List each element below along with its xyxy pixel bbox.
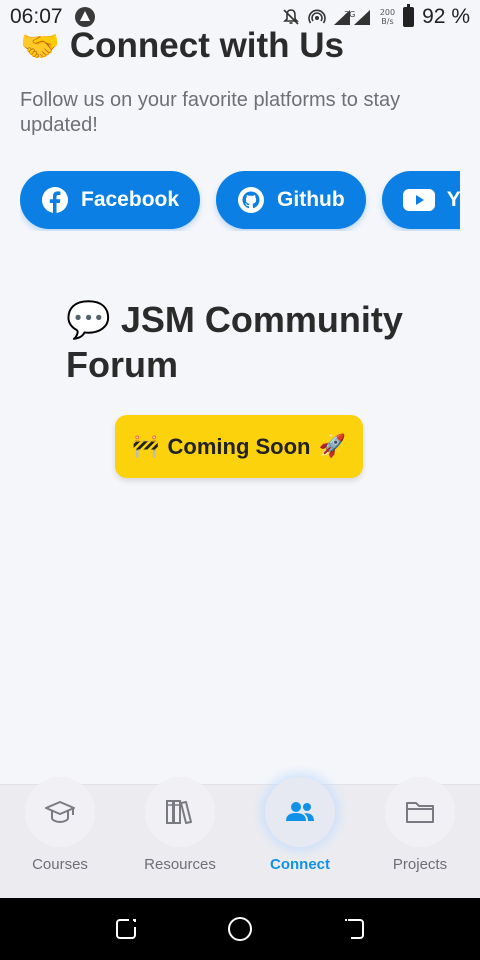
app-notification-icon (74, 7, 95, 27)
svg-text:3G: 3G (344, 10, 355, 19)
page-title-text: Connect with Us (69, 26, 345, 65)
system-nav-bar (0, 898, 480, 960)
tab-courses-button[interactable] (25, 777, 95, 847)
speech-bubble-icon: 💬 (66, 300, 111, 341)
coming-soon-label: Coming Soon (167, 433, 311, 459)
bottom-tab-bar: Courses Resources Connect Projects (0, 777, 480, 898)
forum-title: 💬 JSM Community Forum (66, 298, 426, 387)
rocket-icon: 🚀 (318, 434, 346, 459)
battery-icon (403, 4, 415, 27)
tab-projects-label: Projects (392, 856, 448, 873)
hotspot-icon (308, 9, 326, 24)
tab-connect[interactable]: Connect (240, 777, 360, 898)
network-rate-unit: B/s (381, 17, 394, 26)
users-icon (286, 802, 314, 821)
network-rate: 200 B/s (380, 8, 395, 26)
tab-resources-label: Resources (144, 856, 216, 873)
facebook-button[interactable]: Facebook (20, 171, 201, 229)
github-button[interactable]: Github (216, 171, 366, 229)
books-icon (166, 800, 192, 824)
facebook-label: Facebook (81, 188, 180, 211)
tab-resources-button[interactable] (145, 777, 215, 847)
tab-connect-button[interactable] (265, 777, 335, 847)
graduation-cap-icon (45, 801, 75, 824)
facebook-icon (42, 187, 68, 213)
tab-resources[interactable]: Resources (120, 777, 240, 898)
handshake-icon: 🤝 (20, 27, 60, 65)
back-icon[interactable] (342, 917, 366, 941)
social-links-scroller[interactable]: Facebook Github YouTube (20, 171, 460, 231)
youtube-button[interactable]: YouTube (381, 171, 460, 229)
coming-soon-badge: 🚧 Coming Soon 🚀 (115, 415, 363, 478)
page-title: 🤝 Connect with Us (20, 26, 344, 66)
tab-projects-button[interactable] (385, 777, 455, 847)
youtube-label: YouTube (446, 188, 460, 211)
youtube-icon (402, 189, 435, 211)
github-icon (238, 187, 265, 213)
folder-icon (406, 802, 434, 823)
mute-icon (282, 9, 299, 25)
page-subtitle: Follow us on your favorite platforms to … (20, 89, 401, 136)
network-rate-value: 200 (379, 8, 396, 17)
battery-percent: 92 % (422, 5, 470, 28)
recents-icon[interactable] (114, 917, 138, 941)
tab-projects[interactable]: Projects (360, 777, 480, 898)
forum-title-text: JSM Community Forum (66, 299, 403, 385)
tab-connect-label: Connect (270, 856, 330, 873)
signal-icon: 3G (333, 10, 370, 25)
construction-icon: 🚧 (132, 434, 160, 459)
tab-courses-label: Courses (32, 856, 88, 873)
github-label: Github (277, 188, 345, 211)
home-icon[interactable] (227, 916, 253, 942)
tab-courses[interactable]: Courses (0, 777, 120, 898)
